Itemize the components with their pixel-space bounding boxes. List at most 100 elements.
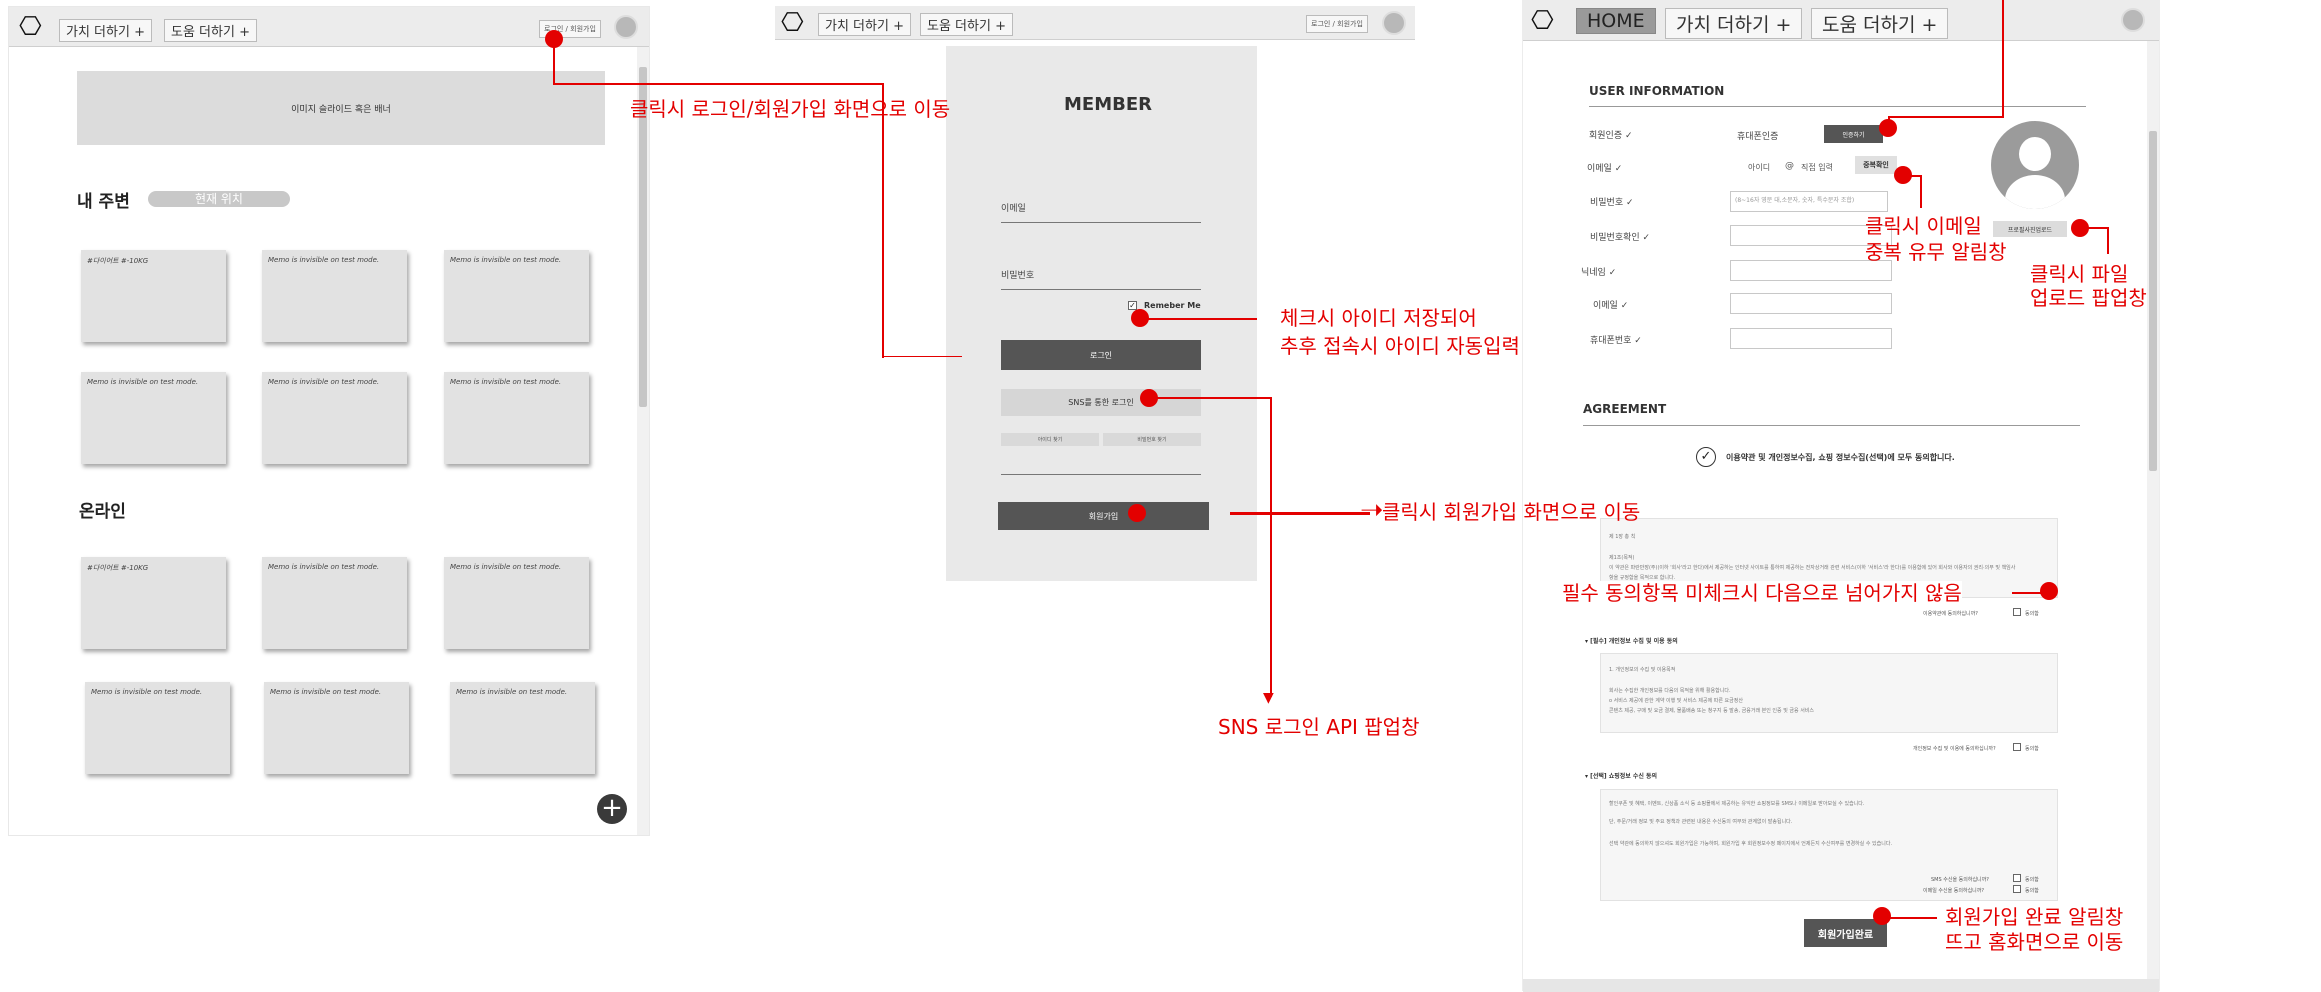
logo-icon[interactable]: ⎔	[19, 14, 42, 40]
annotation-line	[882, 83, 884, 358]
nav-add-value[interactable]: 가치 더하기 +	[1665, 8, 1803, 39]
remember-me-label: Remeber Me	[1144, 301, 1201, 310]
bottom-bar	[1523, 979, 2159, 992]
remember-me-checkbox[interactable]: ✓	[1128, 301, 1137, 310]
annotation-line	[1888, 116, 2004, 118]
add-fab-button[interactable]: +	[597, 794, 627, 824]
nav-add-help[interactable]: 도움 더하기 +	[1811, 8, 1949, 39]
nav-add-help[interactable]: 도움 더하기 +	[164, 19, 257, 42]
annotation-complete-2: 뜨고 홈화면으로 이동	[1945, 930, 2124, 954]
card[interactable]: Memo is invisible on test mode.	[444, 557, 589, 649]
annotation-remember-2: 추후 접속시 아이디 자동입력	[1280, 334, 1520, 358]
annotation-line	[1230, 512, 1370, 515]
member-login-box: MEMBER 이메일 비밀번호 ✓ Remeber Me 로그인 SNS를 통한…	[946, 46, 1257, 581]
card[interactable]: #다이어트 #-10KG	[81, 250, 226, 342]
annotation-dot	[1128, 504, 1146, 522]
label-password: 비밀번호 ✓	[1590, 198, 1634, 208]
signup-button[interactable]: 회원가입	[998, 502, 1209, 530]
nav-add-value[interactable]: 가치 더하기 +	[59, 19, 152, 42]
email-id[interactable]: 아이디	[1748, 162, 1770, 173]
sms-agree-label: 동의함	[2025, 877, 2039, 883]
current-location-pill[interactable]: 현재 위치	[148, 191, 290, 207]
find-id-button[interactable]: 아이디 찾기	[1001, 433, 1099, 446]
nav-add-value[interactable]: 가치 더하기 +	[818, 13, 911, 36]
annotation-remember-1: 체크시 아이디 저장되어	[1280, 306, 1477, 330]
sms-agree-checkbox[interactable]	[2013, 874, 2021, 882]
label-password-confirm: 비밀번호확인 ✓	[1590, 233, 1651, 243]
signup-complete-button[interactable]: 회원가입완료	[1804, 919, 1887, 947]
nav-add-help[interactable]: 도움 더하기 +	[920, 13, 1013, 36]
user-avatar-icon[interactable]	[1382, 11, 1406, 35]
annotation-login-nav: 클릭시 로그인/회원가입 화면으로 이동	[630, 97, 951, 121]
email-input[interactable]	[1730, 293, 1892, 314]
annotation-line	[1888, 118, 1890, 128]
privacy-line: 1. 개인정보의 수집 및 이용목적	[1609, 667, 1676, 673]
login-signup-button[interactable]: 로그인 / 회원가입	[1306, 15, 1368, 33]
annotation-complete-1: 회원가입 완료 알림창	[1945, 905, 2124, 929]
terms-agree-question: 이용약관에 동의하십니까?	[1923, 611, 1978, 617]
section-title-online: 온라인	[79, 502, 126, 522]
logo-icon[interactable]: ⎔	[781, 10, 804, 36]
card[interactable]: #다이어트 #-10KG	[81, 557, 226, 649]
email-agree-checkbox[interactable]	[2013, 885, 2021, 893]
privacy-agree-question: 개인정보 수집 및 이용에 동의하십니까?	[1913, 746, 1996, 752]
shopping-title[interactable]: ▾ [선택] 쇼핑정보 수신 동의	[1585, 771, 1657, 780]
annotation-email-dup-1: 클릭시 이메일	[1865, 214, 1982, 238]
privacy-title[interactable]: ▾ [필수] 개인정보 수집 및 이용 동의	[1585, 636, 1678, 645]
find-password-button[interactable]: 비밀번호 찾기	[1103, 433, 1201, 446]
screen-signup: ⎔ HOME 가치 더하기 + 도움 더하기 + USER INFORMATIO…	[1522, 0, 2160, 992]
email-input[interactable]	[1001, 222, 1201, 223]
card[interactable]: Memo is invisible on test mode.	[444, 372, 589, 464]
card[interactable]: Memo is invisible on test mode.	[264, 682, 409, 774]
login-button[interactable]: 로그인	[1001, 340, 1201, 370]
nav-home[interactable]: HOME	[1576, 8, 1656, 34]
card[interactable]: Memo is invisible on test mode.	[450, 682, 595, 774]
top-nav-bar: ⎔ HOME 가치 더하기 + 도움 더하기 +	[1523, 1, 2159, 41]
card[interactable]: Memo is invisible on test mode.	[81, 372, 226, 464]
phone-auth-label: 휴대폰인증	[1737, 132, 1779, 142]
phone-input[interactable]	[1730, 328, 1892, 349]
password-input[interactable]	[1001, 289, 1201, 290]
sns-login-button[interactable]: SNS를 통한 로그인	[1001, 389, 1201, 416]
label-phone: 휴대폰번호 ✓	[1590, 336, 1642, 346]
annotation-sns-popup: SNS 로그인 API 팝업창	[1218, 715, 1420, 739]
privacy-agree-checkbox[interactable]	[2013, 743, 2021, 751]
user-avatar-icon[interactable]	[614, 15, 638, 39]
scrollbar-thumb[interactable]	[2149, 131, 2157, 471]
annotation-line	[2107, 227, 2109, 254]
privacy-text[interactable]: 1. 개인정보의 수집 및 이용목적 회사는 수집한 개인정보를 다음의 목적을…	[1600, 653, 2058, 733]
annotation-upload-2: 업로드 팝업창	[2030, 286, 2147, 310]
banner-slider[interactable]: 이미지 슬라이드 혹은 배너	[77, 71, 605, 145]
divider	[1001, 474, 1201, 475]
card[interactable]: Memo is invisible on test mode.	[262, 557, 407, 649]
terms-article: 제1조(목적)	[1609, 555, 1635, 561]
agreement-title: AGREEMENT	[1583, 402, 1667, 416]
email-label: 이메일	[1001, 204, 1026, 214]
label-nickname: 닉네임 ✓	[1581, 268, 1617, 278]
shopping-text[interactable]: 할인쿠폰 및 혜택, 이벤트, 신상품 소식 등 쇼핑몰에서 제공하는 유익한 …	[1600, 789, 2058, 901]
email-domain-select[interactable]: 직접 입력	[1801, 162, 1833, 173]
shopping-line: 단, 주문/거래 정보 및 주요 정책과 관련된 내용은 수신동의 여부와 관계…	[1609, 819, 1793, 825]
profile-photo-upload-button[interactable]: 프로필사진업로드	[1993, 221, 2067, 237]
password-input[interactable]: (8~16자 영문 대,소문자, 숫자, 특수문자 조합)	[1730, 191, 1888, 212]
card[interactable]: Memo is invisible on test mode.	[444, 250, 589, 342]
email-agree-label: 동의함	[2025, 888, 2039, 894]
card[interactable]: Memo is invisible on test mode.	[262, 250, 407, 342]
annotation-required: 필수 동의항목 미체크시 다음으로 넘어가지 않음	[1562, 581, 1962, 606]
agree-all-checkbox[interactable]: ✓	[1696, 447, 1716, 467]
shopping-line: 할인쿠폰 및 혜택, 이벤트, 신상품 소식 등 쇼핑몰에서 제공하는 유익한 …	[1609, 801, 1865, 807]
annotation-line	[1889, 917, 1937, 919]
arrow-right-icon: ➝	[1360, 493, 1384, 526]
auth-button[interactable]: 인증하기	[1824, 125, 1883, 143]
terms-agree-checkbox[interactable]	[2013, 608, 2021, 616]
duplicate-check-button[interactable]: 중복확인	[1855, 156, 1897, 174]
member-title: MEMBER	[1064, 94, 1152, 115]
arrow-down-icon: ▼	[1263, 690, 1274, 706]
annotation-dot	[2040, 582, 2058, 600]
top-nav-bar: ⎔ 가치 더하기 + 도움 더하기 + 로그인 / 회원가입	[775, 6, 1415, 40]
card[interactable]: Memo is invisible on test mode.	[262, 372, 407, 464]
card[interactable]: Memo is invisible on test mode.	[85, 682, 230, 774]
terms-body1: 이 약관은 파란만장(주)(이하 '회사'라고 한다)에서 제공하는 인터넷 사…	[1609, 565, 2016, 571]
logo-icon[interactable]: ⎔	[1531, 8, 1554, 34]
user-avatar-icon[interactable]	[2121, 8, 2145, 32]
